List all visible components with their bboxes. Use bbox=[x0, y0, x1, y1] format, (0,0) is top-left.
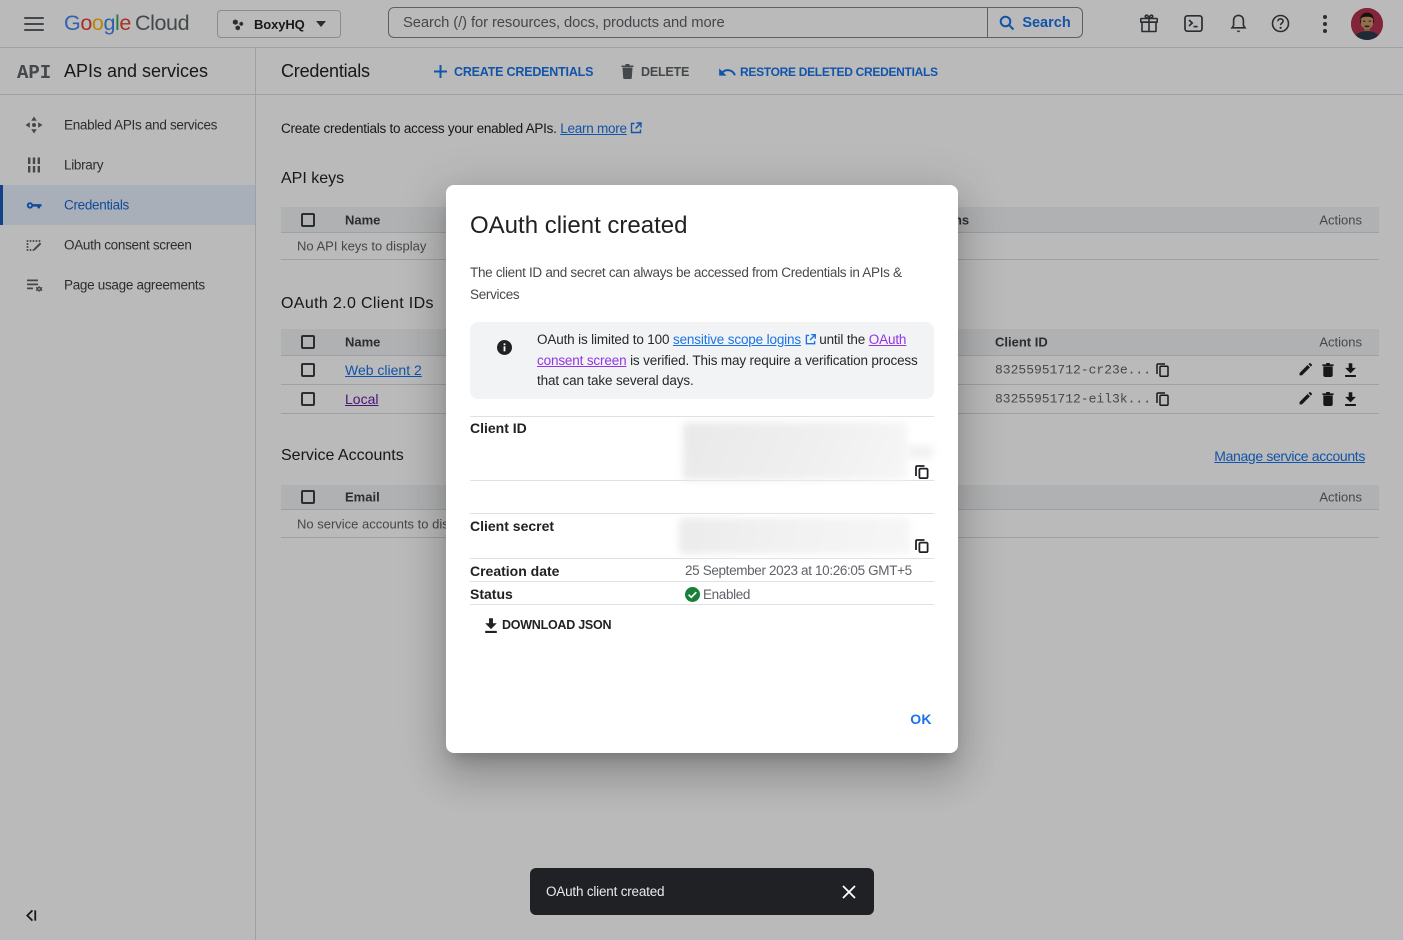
client-secret-label: Client secret bbox=[470, 518, 554, 534]
info-banner: OAuth is limited to 100 sensitive scope … bbox=[470, 322, 934, 399]
status-row: Status Enabled bbox=[470, 582, 934, 605]
status-text: Enabled bbox=[703, 587, 750, 602]
client-secret-value-redacted bbox=[679, 518, 910, 554]
creation-date-row: Creation date 25 September 2023 at 10:26… bbox=[470, 559, 934, 582]
dialog-subtitle-line-1: The client ID and secret can always be a… bbox=[470, 265, 902, 280]
spacer-row bbox=[470, 481, 934, 514]
info-seg-4: that can take several days. bbox=[537, 373, 694, 388]
oauth-client-created-dialog: OAuth client created The client ID and s… bbox=[446, 185, 958, 753]
status-enabled-icon bbox=[685, 587, 700, 602]
dialog-title: OAuth client created bbox=[470, 212, 687, 240]
info-text: OAuth is limited to 100 sensitive scope … bbox=[537, 330, 918, 392]
creation-date-label: Creation date bbox=[470, 563, 559, 579]
download-json-label: DOWNLOAD JSON bbox=[502, 618, 611, 632]
info-seg-2: until the bbox=[816, 332, 869, 347]
ok-button[interactable]: OK bbox=[901, 701, 941, 737]
external-link-icon[interactable] bbox=[805, 334, 816, 345]
toast-message: OAuth client created bbox=[546, 884, 842, 899]
copy-client-secret-icon[interactable] bbox=[915, 539, 929, 553]
dialog-subtitle-line-2: Services bbox=[470, 287, 519, 302]
info-seg-1: OAuth is limited to 100 bbox=[537, 332, 673, 347]
info-icon bbox=[497, 340, 512, 355]
creation-date-value: 25 September 2023 at 10:26:05 GMT+5 bbox=[685, 563, 912, 578]
info-line-3: that can take several days. bbox=[537, 371, 918, 392]
info-line-2: consent screen is verified. This may req… bbox=[537, 351, 918, 372]
client-id-value-redacted bbox=[683, 422, 907, 480]
client-id-label: Client ID bbox=[470, 420, 527, 436]
download-json-button[interactable]: DOWNLOAD JSON bbox=[484, 607, 611, 643]
dialog-subtitle: The client ID and secret can always be a… bbox=[470, 262, 902, 306]
status-value: Enabled bbox=[685, 587, 750, 602]
client-id-value-redacted bbox=[907, 446, 933, 458]
oauth-consent-screen-link[interactable]: OAuth bbox=[869, 332, 907, 347]
download-icon bbox=[484, 618, 498, 633]
copy-client-id-icon[interactable] bbox=[915, 465, 929, 479]
client-id-row: Client ID bbox=[470, 416, 934, 481]
toast-snackbar: OAuth client created bbox=[530, 868, 874, 915]
sensitive-scope-logins-link[interactable]: sensitive scope logins bbox=[673, 332, 801, 347]
info-line-1: OAuth is limited to 100 sensitive scope … bbox=[537, 330, 918, 351]
client-secret-row: Client secret bbox=[470, 514, 934, 559]
status-label: Status bbox=[470, 586, 513, 602]
oauth-consent-screen-link[interactable]: consent screen bbox=[537, 353, 626, 368]
close-icon[interactable] bbox=[842, 885, 856, 899]
info-seg-3: is verified. This may require a verifica… bbox=[626, 353, 917, 368]
